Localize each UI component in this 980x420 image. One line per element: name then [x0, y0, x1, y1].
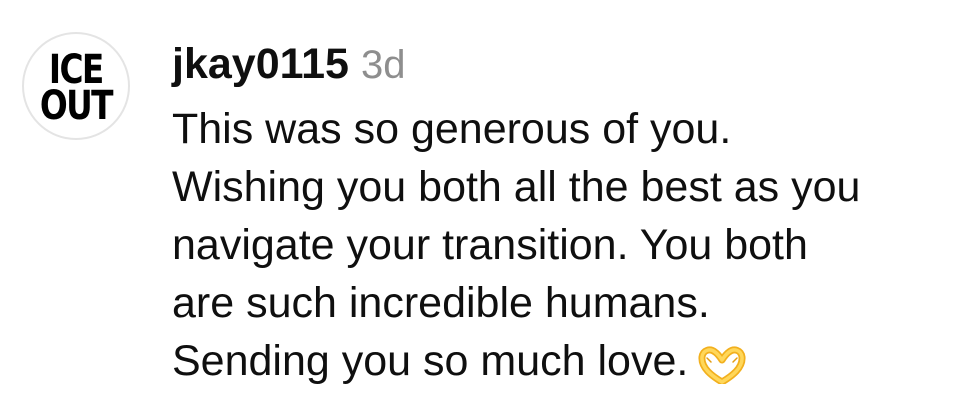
avatar[interactable]: ICE OUT	[22, 32, 130, 140]
avatar-text-line-2: OUT	[40, 83, 114, 129]
timestamp[interactable]: 3d	[361, 43, 406, 88]
comment: ICE OUT jkay0115 3d This was so generous…	[0, 0, 980, 420]
comment-header: jkay0115 3d	[172, 40, 405, 92]
comment-line: Wishing you both all the best as you	[172, 163, 861, 211]
heart-hands-icon	[698, 341, 746, 386]
comment-line: are such incredible humans.	[172, 279, 710, 327]
comment-line: navigate your transition. You both	[172, 221, 808, 269]
comment-line-text: Sending you so much love.	[172, 337, 689, 385]
comment-body: This was so generous of you. Wishing you…	[172, 100, 972, 390]
comment-line-last: Sending you so much love.	[172, 332, 972, 390]
username[interactable]: jkay0115	[172, 40, 349, 89]
comment-line: This was so generous of you.	[172, 105, 732, 153]
